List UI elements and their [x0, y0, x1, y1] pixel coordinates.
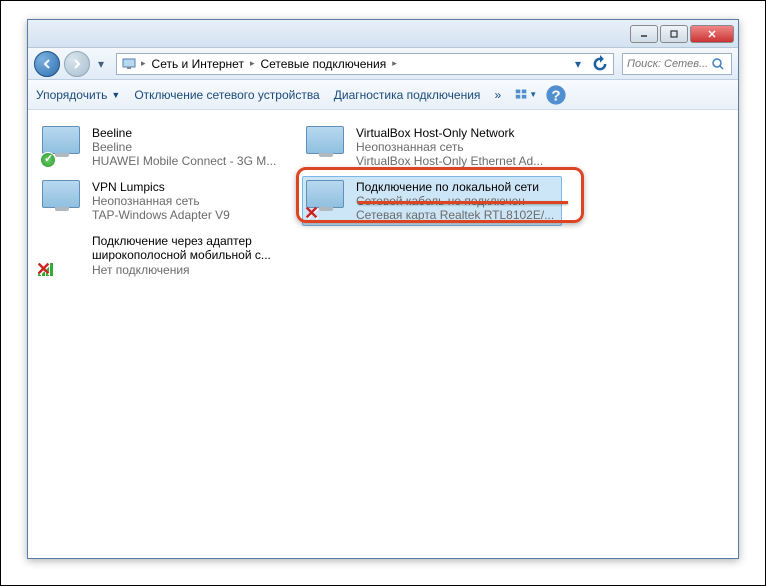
minimize-button[interactable]: [630, 25, 658, 43]
connection-icon: [42, 180, 84, 222]
dropdown-icon[interactable]: ▾: [569, 55, 587, 73]
toolbar: Упорядочить ▼ Отключение сетевого устрой…: [28, 80, 738, 110]
connection-name: Подключение по локальной сети: [356, 180, 558, 194]
connection-device: HUAWEI Mobile Connect - 3G M...: [92, 154, 294, 168]
connection-icon: [42, 234, 84, 276]
organize-menu[interactable]: Упорядочить ▼: [36, 88, 120, 102]
connection-icon: [306, 180, 348, 222]
connection-status: Неопознанная сеть: [356, 140, 558, 154]
connection-beeline[interactable]: Beeline Beeline HUAWEI Mobile Connect - …: [38, 122, 298, 172]
connection-mobile-broadband[interactable]: Подключение через адаптер широкополосной…: [38, 230, 298, 281]
connection-status: Сетевой кабель не подключен: [356, 194, 558, 208]
breadcrumb: ▸ Сеть и Интернет ▸ Сетевые подключения …: [141, 57, 397, 71]
maximize-button[interactable]: [660, 25, 688, 43]
chevron-icon[interactable]: ▸: [392, 58, 397, 69]
close-button[interactable]: [690, 25, 734, 43]
view-mode-button[interactable]: ▼: [515, 85, 537, 105]
navbar: ▾ ▸ Сеть и Интернет ▸ Сетевые подключени…: [28, 48, 738, 80]
chevron-icon[interactable]: ▸: [250, 58, 255, 69]
explorer-window: ▾ ▸ Сеть и Интернет ▸ Сетевые подключени…: [27, 19, 739, 559]
search-icon[interactable]: [711, 57, 725, 71]
address-bar[interactable]: ▸ Сеть и Интернет ▸ Сетевые подключения …: [116, 53, 614, 75]
connection-device: TAP-Windows Adapter V9: [92, 208, 294, 222]
titlebar: [28, 20, 738, 48]
connection-local-area[interactable]: Подключение по локальной сети Сетевой ка…: [302, 176, 562, 226]
connection-name: VirtualBox Host-Only Network: [356, 126, 558, 140]
connection-icon: [42, 126, 84, 168]
connection-device: VirtualBox Host-Only Ethernet Ad...: [356, 154, 558, 168]
content-area: Beeline Beeline HUAWEI Mobile Connect - …: [28, 112, 738, 558]
refresh-button[interactable]: [591, 55, 609, 73]
search-input[interactable]: [627, 58, 707, 70]
breadcrumb-item-connections[interactable]: Сетевые подключения: [256, 57, 390, 71]
svg-text:?: ?: [552, 87, 561, 104]
more-commands[interactable]: »: [494, 88, 501, 102]
connection-status: Неопознанная сеть: [92, 194, 294, 208]
connection-vpn-lumpics[interactable]: VPN Lumpics Неопознанная сеть TAP-Window…: [38, 176, 298, 226]
breadcrumb-item-network[interactable]: Сеть и Интернет: [148, 57, 248, 71]
forward-button[interactable]: [64, 51, 90, 77]
back-button[interactable]: [34, 51, 60, 77]
connection-name: Beeline: [92, 126, 294, 140]
disable-device-button[interactable]: Отключение сетевого устройства: [134, 88, 319, 102]
connection-device: Сетевая карта Realtek RTL8102E/...: [356, 208, 558, 222]
search-box[interactable]: [622, 53, 732, 75]
chevron-icon[interactable]: ▸: [141, 58, 146, 69]
connection-virtualbox[interactable]: VirtualBox Host-Only Network Неопознанна…: [302, 122, 562, 172]
diagnose-button[interactable]: Диагностика подключения: [334, 88, 481, 102]
connection-name: VPN Lumpics: [92, 180, 294, 194]
connection-icon: [306, 126, 348, 168]
connection-status: Нет подключения: [92, 263, 294, 277]
connection-name: Подключение через адаптер широкополосной…: [92, 234, 294, 263]
help-button[interactable]: ?: [545, 85, 567, 105]
connection-status: Beeline: [92, 140, 294, 154]
history-dropdown[interactable]: ▾: [94, 57, 108, 71]
network-icon: [121, 56, 137, 72]
